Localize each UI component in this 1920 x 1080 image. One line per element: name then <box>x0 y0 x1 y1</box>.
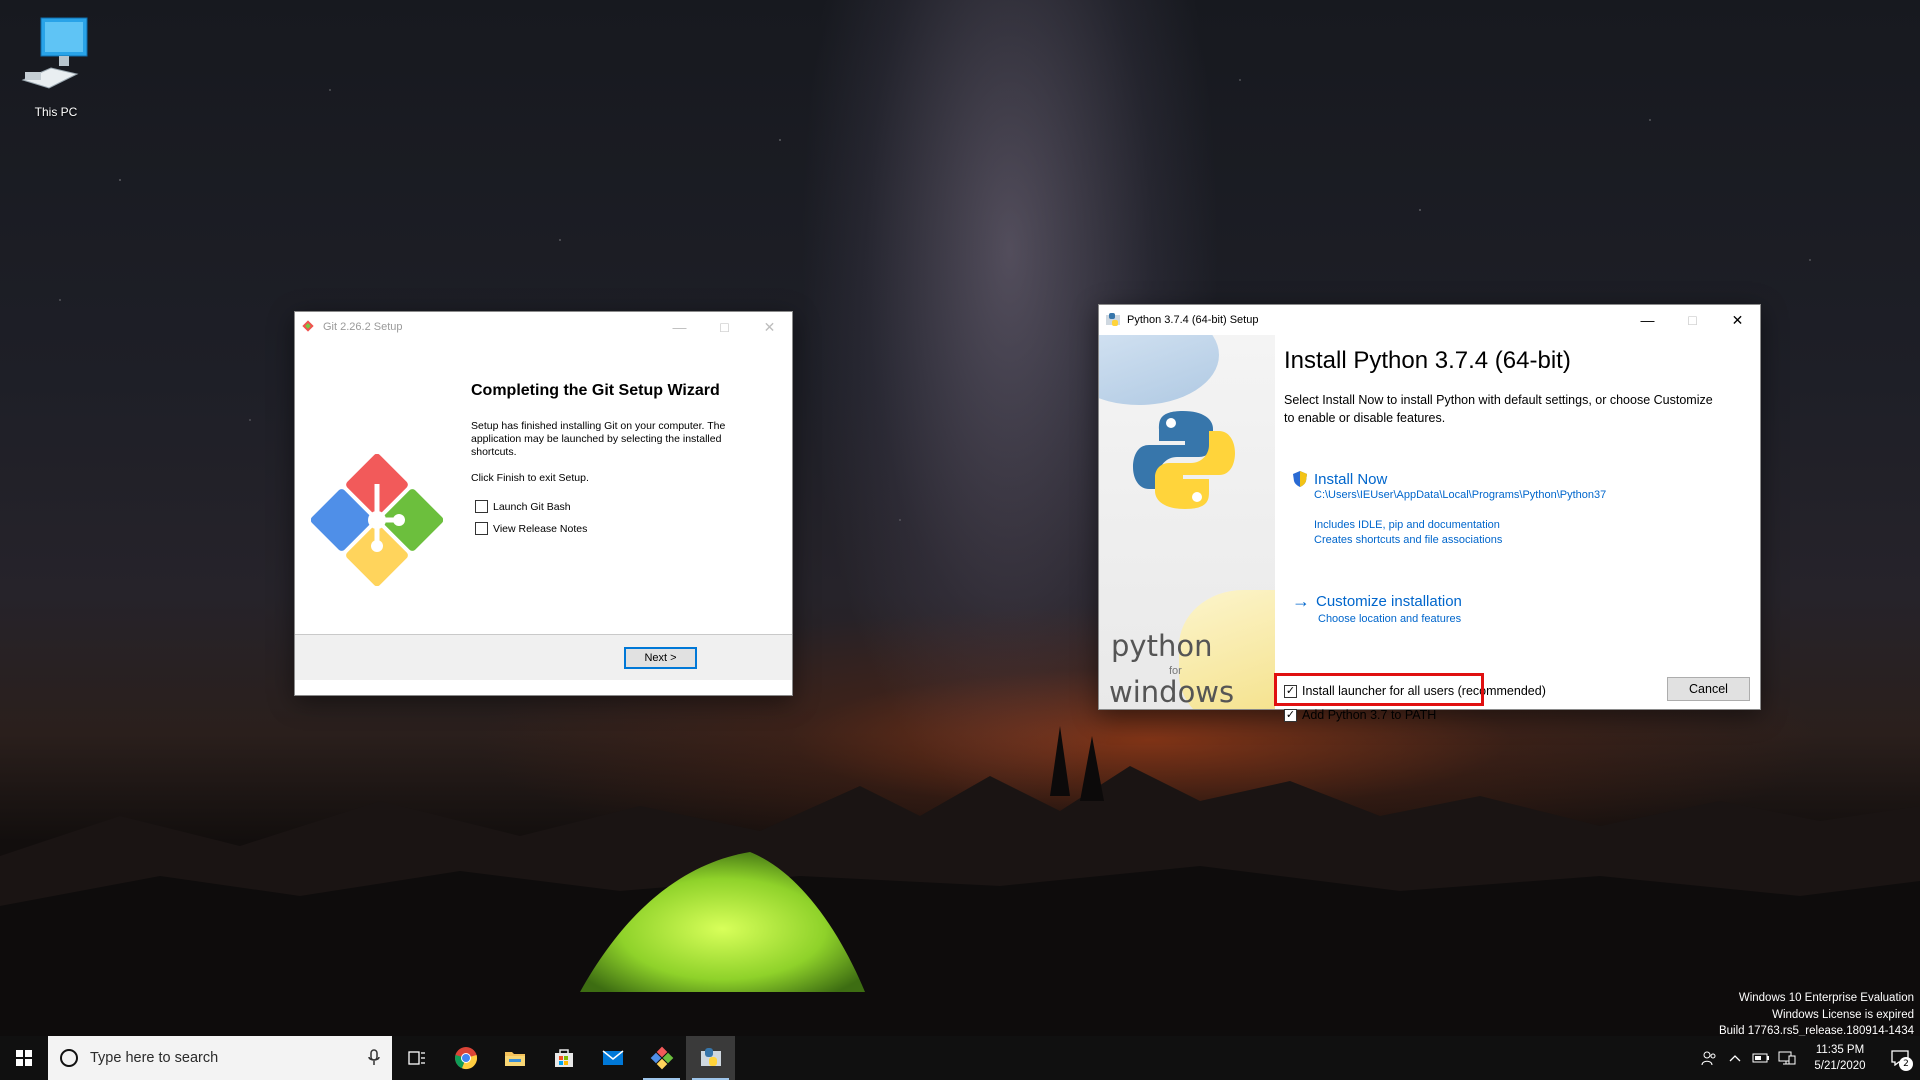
checkbox-label: Install launcher for all users (recommen… <box>1302 684 1546 698</box>
taskbar-mail[interactable] <box>588 1036 637 1080</box>
uac-shield-icon <box>1293 471 1307 487</box>
install-path-text: C:\Users\IEUser\AppData\Local\Programs\P… <box>1314 489 1607 501</box>
python-setup-window: Python 3.7.4 (64-bit) Setup — □ ✕ python… <box>1098 304 1761 722</box>
git-wizard-content: Completing the Git Setup Wizard Setup ha… <box>295 342 792 680</box>
notification-badge: 2 <box>1899 1057 1913 1071</box>
install-now-detail-2: Creates shortcuts and file associations <box>1314 534 1503 546</box>
git-window-title: Git 2.26.2 Setup <box>323 321 403 333</box>
close-button[interactable]: ✕ <box>747 312 792 342</box>
watermark-line-1: Windows 10 Enterprise Evaluation <box>1738 992 1914 1004</box>
system-tray: 11:35 PM 5/21/2020 2 <box>1696 1036 1920 1080</box>
task-view-button[interactable] <box>392 1036 441 1080</box>
python-installer-content: python for windows Install Python 3.7.4 … <box>1099 335 1760 722</box>
maximize-button[interactable]: □ <box>702 312 747 342</box>
git-wizard-heading: Completing the Git Setup Wizard <box>471 382 720 399</box>
install-now-title[interactable]: Install Now <box>1314 471 1387 488</box>
taskbar: Type here to search 11:35 PM 5/21/2020 2 <box>0 1036 1920 1080</box>
git-wizard-description: Setup has finished installing Git on you… <box>471 420 726 458</box>
python-sidebar-banner: python for windows <box>1099 335 1275 709</box>
folder-icon <box>504 1052 525 1066</box>
search-placeholder: Type here to search <box>90 1050 219 1066</box>
cancel-button[interactable]: Cancel <box>1667 677 1750 701</box>
close-button[interactable]: ✕ <box>1715 305 1760 335</box>
watermark-line-2: Windows License is expired <box>1772 1008 1914 1021</box>
python-titlebar[interactable]: Python 3.7.4 (64-bit) Setup — □ ✕ <box>1099 305 1760 335</box>
windows-watermark: Windows 10 Enterprise Evaluation Windows… <box>1719 990 1914 1040</box>
microphone-icon[interactable] <box>368 1049 380 1067</box>
python-main-panel: Install Python 3.7.4 (64-bit) Select Ins… <box>1284 335 1760 722</box>
install-now-detail-1: Includes IDLE, pip and documentation <box>1314 519 1500 531</box>
add-to-path-checkbox[interactable]: ✓ Add Python 3.7 to PATH <box>1284 708 1436 722</box>
mail-icon <box>602 1050 623 1065</box>
network-icon[interactable] <box>1774 1050 1800 1066</box>
checkbox-label: Launch Git Bash <box>493 500 571 513</box>
action-center-button[interactable]: 2 <box>1880 1036 1920 1080</box>
cortana-icon <box>60 1049 78 1067</box>
git-exit-instruction: Click Finish to exit Setup. <box>471 472 589 484</box>
taskbar-search-box[interactable]: Type here to search <box>48 1036 392 1080</box>
checkbox-label: View Release Notes <box>493 522 588 535</box>
arrow-right-icon: → <box>1292 591 1310 611</box>
taskbar-git-setup[interactable] <box>637 1036 686 1080</box>
maximize-button: □ <box>1688 312 1697 328</box>
minimize-button[interactable]: — <box>1625 305 1670 335</box>
clock-date: 5/21/2020 <box>1814 1060 1866 1072</box>
view-release-notes-checkbox[interactable]: View Release Notes <box>475 522 587 535</box>
minimize-button[interactable]: — <box>657 312 702 342</box>
sidebar-word-windows: windows <box>1109 675 1235 709</box>
checkbox-label: Add Python 3.7 to PATH <box>1302 708 1437 722</box>
git-setup-icon <box>650 1046 673 1070</box>
desktop-icon-label: This PC <box>34 105 78 119</box>
sidebar-word-python: python <box>1111 629 1213 663</box>
checkbox-checked[interactable]: ✓ <box>1284 708 1297 722</box>
install-now-option[interactable]: Install Now C:\Users\IEUser\AppData\Loca… <box>1292 470 1606 548</box>
git-titlebar[interactable]: Git 2.26.2 Setup — □ ✕ <box>295 312 792 342</box>
people-icon[interactable] <box>1696 1050 1722 1066</box>
checkbox-box[interactable] <box>475 522 488 535</box>
next-button[interactable]: Next > <box>624 647 697 669</box>
store-bag-icon <box>554 1049 573 1067</box>
this-pc-desktop-icon[interactable]: This PC <box>12 14 100 119</box>
git-logo-icon <box>311 454 443 586</box>
clock-time: 11:35 PM <box>1815 1044 1865 1056</box>
task-view-icon <box>407 1051 425 1065</box>
python-installer-heading: Install Python 3.7.4 (64-bit) <box>1284 347 1571 374</box>
git-small-icon <box>301 319 317 335</box>
python-small-icon <box>1105 312 1121 328</box>
customize-installation-option[interactable]: → Customize installation Choose location… <box>1292 591 1462 627</box>
python-setup-icon <box>700 1048 721 1066</box>
mountain-silhouette <box>0 726 1920 1036</box>
start-button[interactable] <box>0 1036 48 1080</box>
chrome-icon <box>454 1047 477 1070</box>
checkbox-box[interactable] <box>475 500 488 513</box>
windows-logo-icon <box>16 1050 32 1066</box>
git-wizard-footer: Next > <box>295 634 792 680</box>
customize-detail: Choose location and features <box>1318 613 1462 625</box>
computer-icon <box>21 17 88 89</box>
system-clock[interactable]: 11:35 PM 5/21/2020 <box>1800 1042 1880 1074</box>
launch-git-bash-checkbox[interactable]: Launch Git Bash <box>475 500 571 513</box>
install-launcher-checkbox[interactable]: ✓ Install launcher for all users (recomm… <box>1284 684 1546 698</box>
tent-illustration <box>580 852 865 992</box>
customize-title[interactable]: Customize installation <box>1316 593 1462 610</box>
taskbar-python-setup[interactable] <box>686 1036 735 1080</box>
taskbar-store[interactable] <box>539 1036 588 1080</box>
checkbox-checked[interactable]: ✓ <box>1284 684 1297 698</box>
python-logo-icon <box>1133 411 1235 509</box>
taskbar-file-explorer[interactable] <box>490 1036 539 1080</box>
python-installer-subtitle: Select Install Now to install Python wit… <box>1284 393 1713 425</box>
battery-icon[interactable] <box>1748 1052 1774 1064</box>
taskbar-chrome[interactable] <box>441 1036 490 1080</box>
python-window-title: Python 3.7.4 (64-bit) Setup <box>1127 314 1259 326</box>
chevron-up-icon[interactable] <box>1722 1054 1748 1062</box>
git-setup-window: Git 2.26.2 Setup — □ ✕ Completing the Gi… <box>294 311 793 696</box>
